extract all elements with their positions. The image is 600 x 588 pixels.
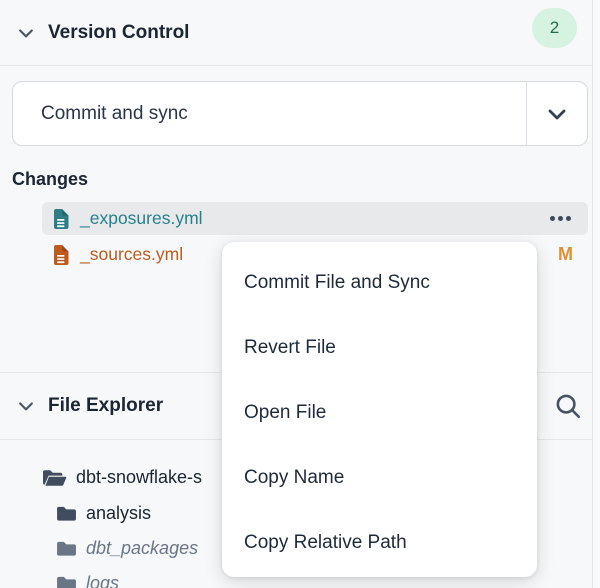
tree-item-analysis[interactable]: analysis: [56, 496, 151, 531]
menu-item-copy-name[interactable]: Copy Name: [222, 445, 537, 510]
version-control-title: Version Control: [48, 22, 189, 44]
menu-item-open-file[interactable]: Open File: [222, 380, 537, 445]
folder-open-icon: [42, 468, 67, 488]
file-explorer-title: File Explorer: [48, 395, 163, 417]
folder-icon: [56, 575, 77, 588]
tree-item-label: dbt_packages: [86, 538, 198, 559]
changed-file-name: _exposures.yml: [80, 208, 203, 229]
tree-item-dbt-packages[interactable]: dbt_packages: [56, 531, 198, 566]
yaml-file-icon: [52, 244, 70, 266]
modified-status-badge: M: [558, 244, 573, 265]
commit-dropdown-caret[interactable]: [526, 82, 587, 145]
folder-icon: [56, 540, 77, 557]
panel-right-edge: [592, 0, 600, 588]
chevron-down-icon: [545, 102, 569, 126]
changed-file-row-exposures[interactable]: _exposures.yml: [42, 202, 588, 235]
tree-item-label: analysis: [86, 503, 151, 524]
tree-item-logs[interactable]: logs: [56, 566, 119, 588]
commit-button-label: Commit and sync: [13, 82, 526, 145]
yaml-file-icon: [52, 208, 70, 230]
changed-file-name: _sources.yml: [80, 244, 183, 265]
chevron-down-icon[interactable]: [16, 23, 36, 43]
tree-item-label: logs: [86, 573, 119, 588]
changes-section-label: Changes: [12, 169, 88, 190]
commit-and-sync-button[interactable]: Commit and sync: [12, 81, 588, 146]
chevron-down-icon[interactable]: [16, 396, 36, 416]
folder-icon: [56, 505, 77, 522]
version-control-panel: Version Control 2 Commit and sync Change…: [0, 0, 600, 588]
menu-item-commit-file-and-sync[interactable]: Commit File and Sync: [222, 250, 537, 315]
menu-item-revert-file[interactable]: Revert File: [222, 315, 537, 380]
file-context-menu: Commit File and Sync Revert File Open Fi…: [222, 242, 537, 577]
changes-count-badge: 2: [532, 8, 577, 48]
menu-item-copy-relative-path[interactable]: Copy Relative Path: [222, 510, 537, 575]
search-icon[interactable]: [553, 391, 583, 421]
version-control-header: Version Control: [0, 0, 600, 66]
tree-item-label: dbt-snowflake-s: [76, 467, 202, 488]
tree-item-project-root[interactable]: dbt-snowflake-s: [42, 460, 202, 495]
ellipsis-icon[interactable]: [548, 212, 573, 225]
